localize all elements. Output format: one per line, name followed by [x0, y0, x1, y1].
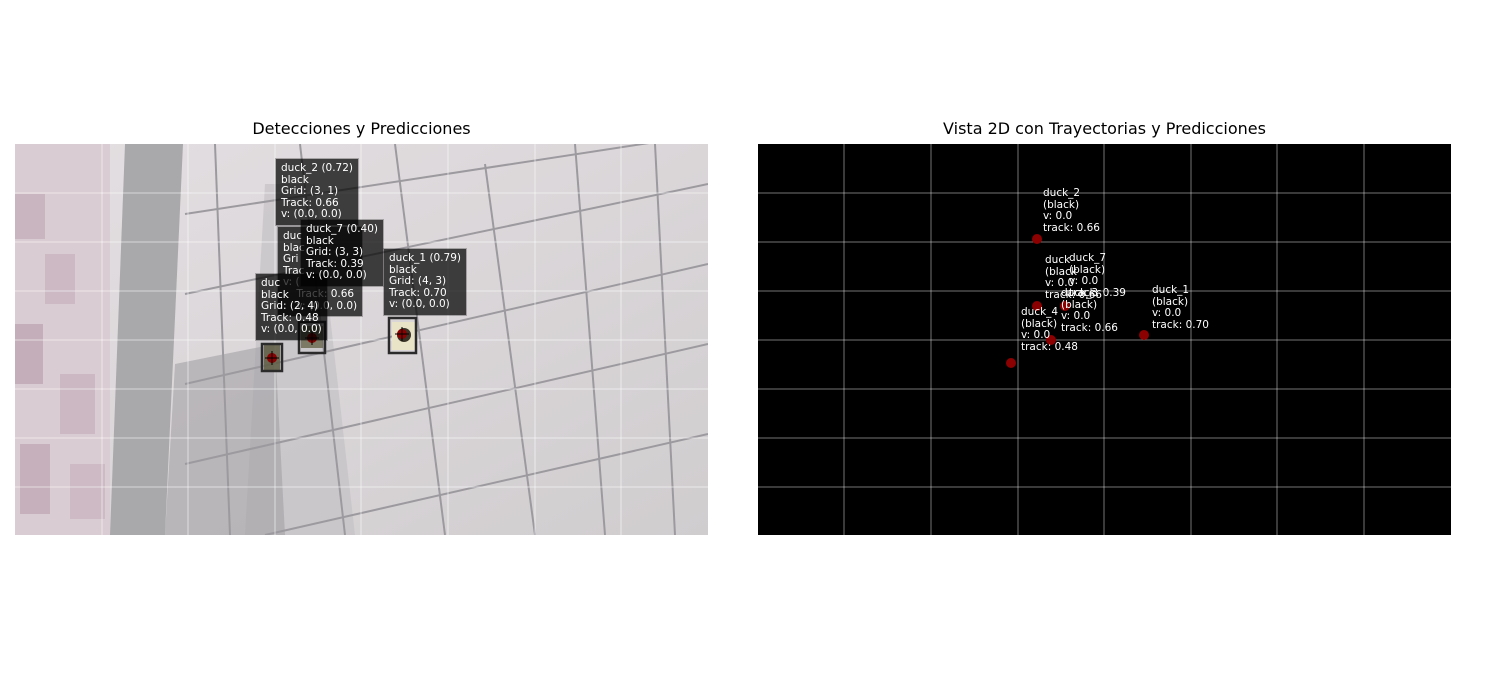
track-label-duck-1: duck_1 (black) v: 0.0 track: 0.70 — [1152, 284, 1209, 331]
map-grid — [758, 144, 1451, 535]
detection-label-duck-7: duck_7 (0.40) black Grid: (3, 3) Track: … — [301, 220, 384, 286]
detection-label-duck-1: duck_1 (0.79) black Grid: (4, 3) Track: … — [384, 249, 467, 315]
track-marker-duck-2 — [1032, 234, 1042, 244]
track-marker-duck-4 — [1006, 358, 1016, 368]
left-panel-title: Detecciones y Predicciones — [252, 119, 471, 138]
right-panel-title: Vista 2D con Trayectorias y Predicciones — [943, 119, 1266, 138]
map-canvas — [758, 144, 1451, 535]
detection-label-duck-2: duck_2 (0.72) black Grid: (3, 1) Track: … — [276, 159, 359, 225]
shadow-lower — [165, 344, 285, 535]
track-marker-duck-1 — [1139, 330, 1149, 340]
map-view: duck_2 (black) v: 0.0 track: 0.66 duck (… — [758, 144, 1451, 535]
track-label-duck-4: duck_4 (black) v: 0.0 track: 0.48 — [1021, 306, 1078, 353]
camera-view: duc blac Gri Trac v: ( Track: 0.66 v: (0… — [15, 144, 708, 535]
track-label-duck-2: duck_2 (black) v: 0.0 track: 0.66 — [1043, 187, 1100, 234]
camera-image — [15, 144, 708, 535]
